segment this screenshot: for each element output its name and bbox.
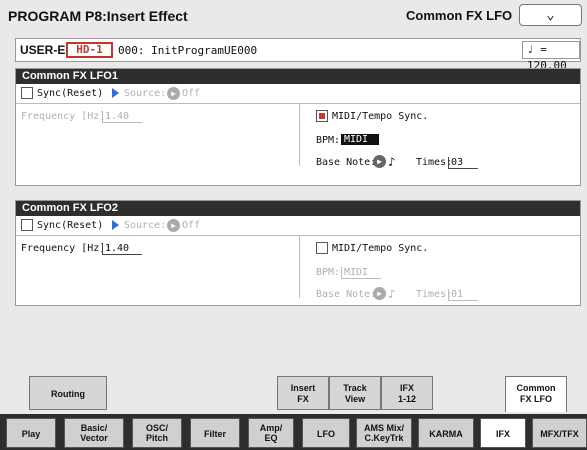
tab-basic-vector[interactable]: Basic/ Vector	[64, 418, 124, 448]
chevron-down-icon: ⌄	[546, 7, 555, 23]
lfo2-sync-label: Sync(Reset)	[37, 220, 104, 231]
tab-insert-fx-label: Insert	[290, 383, 316, 393]
lfo1-title: Common FX LFO1	[16, 69, 580, 84]
program-bar: USER-E HD-1 000: InitProgramUE000 ♩ = 12…	[15, 38, 581, 73]
lfo1-times-field[interactable]: 03	[448, 157, 478, 169]
tab-play[interactable]: Play	[6, 418, 56, 448]
tab-mfx-tfx-label: MFX/TFX	[540, 429, 579, 439]
lfo2-times-label: Times:	[416, 289, 453, 300]
tab-ams-mix-label: AMS Mix/	[363, 423, 404, 433]
main-tab-bar: Play Basic/ Vector OSC/ Pitch Filter Amp…	[0, 414, 587, 450]
lfo1-source-button-icon[interactable]: ▶	[167, 87, 180, 100]
title-bar: PROGRAM P8:Insert Effect Common FX LFO ⌄	[0, 0, 587, 38]
lfo1-divider	[299, 104, 300, 166]
lfo2-base-note-label: Base Note:	[316, 289, 377, 300]
tab-ams-mix-sublabel: C.KeyTrk	[364, 433, 404, 443]
tab-lfo-label: LFO	[317, 429, 335, 439]
lfo2-midi-sync-checkbox[interactable]	[316, 242, 328, 254]
page-menu-button[interactable]: ⌄	[519, 4, 582, 26]
tab-ams-mix[interactable]: AMS Mix/ C.KeyTrk	[356, 418, 412, 448]
lfo1-times-label: Times:	[416, 157, 453, 168]
tab-karma-label: KARMA	[429, 429, 463, 439]
quarter-note-icon: ♩ =	[527, 43, 547, 56]
tab-mfx-tfx[interactable]: MFX/TFX	[532, 418, 587, 448]
tab-ifx-label: IFX	[495, 429, 510, 439]
tab-filter[interactable]: Filter	[190, 418, 240, 448]
tab-routing[interactable]: Routing	[29, 376, 107, 410]
program-source-badge: HD-1	[66, 42, 113, 58]
tab-ifx-1-12-sublabel: 1-12	[397, 394, 416, 404]
tab-basic-vector-label: Basic/	[80, 423, 108, 433]
lfo2-frequency-field[interactable]: 1.40	[102, 243, 142, 255]
tab-ifx-1-12[interactable]: IFX 1-12	[381, 376, 433, 410]
lfo1-base-note-label: Base Note:	[316, 157, 377, 168]
lfo1-frequency-value[interactable]: 1.40	[102, 111, 142, 123]
lfo1-times-value[interactable]: 03	[448, 157, 478, 169]
lfo2-bpm-field[interactable]: MIDI	[341, 267, 381, 279]
lfo2-frequency-value[interactable]: 1.40	[102, 243, 142, 255]
tab-karma[interactable]: KARMA	[418, 418, 474, 448]
lfo2-frequency-label: Frequency [Hz]:	[21, 243, 112, 254]
lfo2-bpm-value[interactable]: MIDI	[341, 267, 381, 279]
lfo1-frequency-label: Frequency [Hz]:	[21, 111, 112, 122]
sub-tab-bar: Routing Insert FX Track View IFX 1-12 Co…	[15, 376, 581, 412]
lfo1-bpm-field[interactable]: MIDI	[341, 134, 379, 145]
tab-basic-vector-sublabel: Vector	[80, 433, 108, 443]
tab-common-fx-lfo-label: Common	[516, 383, 556, 393]
lfo2-sync-row: Sync(Reset) Source: ▶ Off	[16, 216, 580, 236]
lfo1-source-arrow-icon	[112, 88, 119, 98]
tab-insert-fx-sublabel: FX	[297, 394, 309, 404]
lfo1-source-value: Off	[182, 88, 201, 99]
lfo2-panel: Common FX LFO2 Sync(Reset) Source: ▶ Off…	[15, 200, 581, 306]
lfo1-sync-checkbox[interactable]	[21, 87, 33, 99]
tab-amp-eq[interactable]: Amp/ EQ	[248, 418, 294, 448]
lfo2-title: Common FX LFO2	[16, 201, 580, 216]
tab-osc-pitch[interactable]: OSC/ Pitch	[132, 418, 182, 448]
page-selector-label: Common FX LFO	[406, 8, 513, 23]
tab-osc-pitch-sublabel: Pitch	[145, 433, 168, 443]
lfo2-bpm-label: BPM:	[316, 267, 341, 278]
tab-ifx-1-12-label: IFX	[399, 383, 414, 393]
tempo-field[interactable]: ♩ = 120.00	[522, 41, 580, 73]
lfo2-sync-checkbox[interactable]	[21, 219, 33, 231]
lfo1-panel: Common FX LFO1 Sync(Reset) Source: ▶ Off…	[15, 68, 581, 186]
lfo2-base-note-value: ♪	[388, 287, 396, 301]
lfo1-bpm-label: BPM:	[316, 135, 341, 146]
tab-amp-eq-sublabel: EQ	[264, 433, 278, 443]
tab-track-view-label: Track	[343, 383, 367, 393]
tab-insert-fx[interactable]: Insert FX	[277, 376, 329, 410]
lfo1-base-note-value: ♪	[388, 155, 396, 169]
tab-common-fx-lfo-sublabel: FX LFO	[520, 394, 552, 404]
lfo1-midi-sync-label: MIDI/Tempo Sync.	[332, 111, 429, 122]
program-name[interactable]: 000: InitProgramUE000	[118, 44, 257, 57]
lfo1-sync-label: Sync(Reset)	[37, 88, 104, 99]
tab-common-fx-lfo[interactable]: Common FX LFO	[505, 376, 567, 412]
lfo2-times-field[interactable]: 01	[448, 289, 478, 301]
lfo1-sync-row: Sync(Reset) Source: ▶ Off	[16, 84, 580, 104]
tab-osc-pitch-label: OSC/	[145, 423, 168, 433]
lfo2-source-arrow-icon	[112, 220, 119, 230]
tab-track-view-sublabel: View	[344, 394, 366, 404]
tab-amp-eq-label: Amp/	[259, 423, 283, 433]
lfo1-base-note-button-icon[interactable]: ▶	[373, 155, 386, 168]
tab-filter-label: Filter	[203, 429, 226, 439]
lfo1-frequency-field[interactable]: 1.40	[102, 111, 142, 123]
tab-lfo[interactable]: LFO	[302, 418, 350, 448]
tab-ifx[interactable]: IFX	[480, 418, 526, 448]
lfo2-midi-sync-label: MIDI/Tempo Sync.	[332, 243, 429, 254]
lfo1-bpm-value[interactable]: MIDI	[341, 134, 379, 145]
tab-track-view[interactable]: Track View	[329, 376, 381, 410]
lfo2-source-label: Source:	[124, 220, 167, 231]
lfo2-times-value[interactable]: 01	[448, 289, 478, 301]
lfo2-source-value: Off	[182, 220, 201, 231]
program-bank[interactable]: USER-E	[20, 43, 65, 57]
lfo1-midi-sync-checkbox[interactable]	[316, 110, 328, 122]
lfo2-base-note-button-icon[interactable]: ▶	[373, 287, 386, 300]
tab-routing-label: Routing	[51, 389, 85, 399]
lfo2-source-button-icon[interactable]: ▶	[167, 219, 180, 232]
tab-play-label: Play	[21, 429, 41, 439]
lfo2-divider	[299, 236, 300, 298]
lfo1-source-label: Source:	[124, 88, 167, 99]
page-title: PROGRAM P8:Insert Effect	[8, 8, 188, 24]
